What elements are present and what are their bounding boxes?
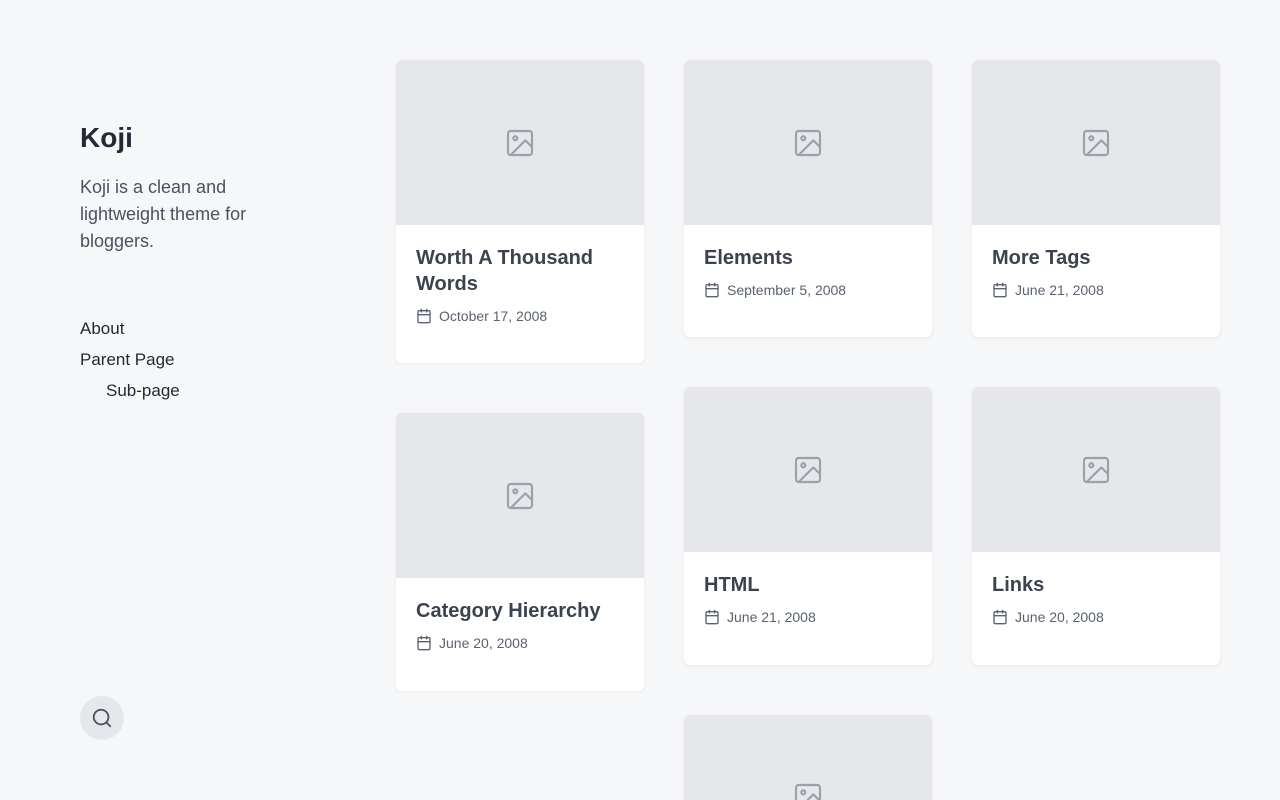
calendar-icon [417, 635, 431, 651]
image-icon [1082, 129, 1110, 156]
calendar-icon [993, 282, 1007, 298]
image-icon [794, 783, 822, 800]
image-icon [794, 456, 822, 483]
post-card[interactable]: HTML June 21, 2008 [684, 387, 932, 665]
site-description: Koji is a clean and lightweight theme fo… [80, 177, 247, 251]
post-title[interactable]: Elements [704, 245, 912, 271]
post-card[interactable]: Elements September 5, 2008 [684, 60, 932, 337]
post-title[interactable]: Worth A Thousand Words [416, 245, 624, 297]
post-thumbnail[interactable] [396, 60, 644, 225]
post-title[interactable]: More Tags [992, 245, 1200, 271]
post-title[interactable]: HTML [704, 572, 912, 598]
post-date: June 21, 2008 [992, 281, 1200, 299]
post-date-text: October 17, 2008 [439, 308, 548, 324]
post-thumbnail[interactable] [396, 413, 644, 578]
main-menu: About Parent Page Sub-page [80, 313, 180, 406]
post-card[interactable]: Links June 20, 2008 [972, 387, 1220, 665]
search-icon [92, 708, 112, 728]
menu-item-about[interactable]: About [80, 313, 180, 344]
post-date: June 21, 2008 [704, 608, 912, 626]
sidebar: Koji Koji is a clean and lightweight the… [80, 0, 320, 800]
image-icon [506, 129, 534, 156]
post-date-text: September 5, 2008 [727, 282, 847, 298]
post-thumbnail[interactable] [684, 387, 932, 552]
post-date: October 17, 2008 [416, 307, 624, 325]
post-card[interactable] [684, 715, 932, 800]
post-card[interactable]: Category Hierarchy June 20, 2008 [396, 413, 644, 691]
post-thumbnail[interactable] [684, 715, 932, 800]
image-icon [506, 482, 534, 509]
post-thumbnail[interactable] [972, 387, 1220, 552]
post-card[interactable]: Worth A Thousand Words October 17, 2008 [396, 60, 644, 363]
calendar-icon [705, 609, 719, 625]
post-thumbnail[interactable] [972, 60, 1220, 225]
calendar-icon [993, 609, 1007, 625]
site-title[interactable]: Koji [80, 120, 133, 156]
menu-item-sub-page[interactable]: Sub-page [80, 375, 180, 406]
post-date: September 5, 2008 [704, 281, 912, 299]
search-button[interactable] [80, 696, 124, 740]
post-card[interactable]: More Tags June 21, 2008 [972, 60, 1220, 337]
post-date-text: June 21, 2008 [727, 609, 816, 625]
post-date-text: June 20, 2008 [439, 635, 528, 651]
post-date-text: June 20, 2008 [1015, 609, 1104, 625]
calendar-icon [705, 282, 719, 298]
post-date: June 20, 2008 [992, 608, 1200, 626]
image-icon [794, 129, 822, 156]
calendar-icon [417, 308, 431, 324]
post-thumbnail[interactable] [684, 60, 932, 225]
post-title[interactable]: Category Hierarchy [416, 598, 624, 624]
image-icon [1082, 456, 1110, 483]
menu-item-parent-page[interactable]: Parent Page [80, 344, 180, 375]
post-date-text: June 21, 2008 [1015, 282, 1104, 298]
post-title[interactable]: Links [992, 572, 1200, 598]
post-date: June 20, 2008 [416, 634, 624, 652]
